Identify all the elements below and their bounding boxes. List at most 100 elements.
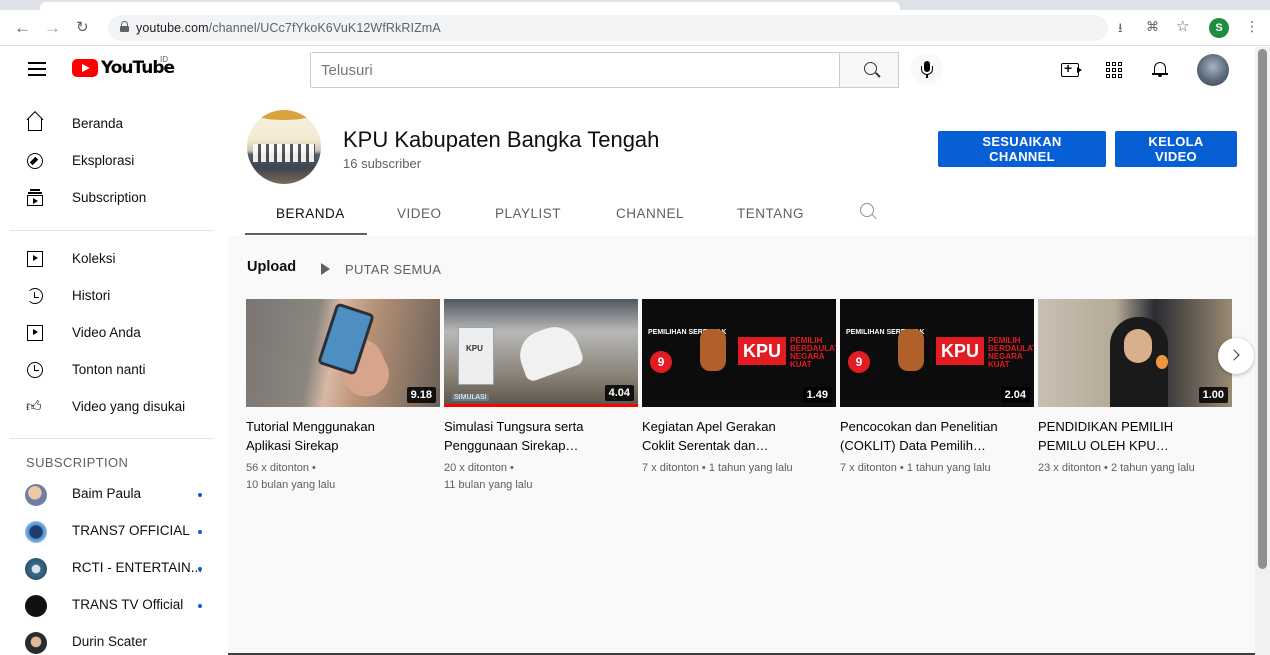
compass-icon (26, 152, 44, 170)
watch-later-icon (26, 361, 44, 379)
video-card[interactable]: KPU SIMULASI 4.04 Simulasi Tungsura sert… (444, 299, 638, 494)
sidebar-item-video-anda[interactable]: Video Anda (0, 315, 228, 352)
video-duration: 1.00 (1198, 387, 1228, 403)
sidebar-item-tonton-nanti[interactable]: Tonton nanti (0, 352, 228, 389)
sidebar-item-label: Eksplorasi (72, 153, 135, 168)
channel-avatar (25, 632, 47, 654)
scrollbar-thumb[interactable] (1258, 49, 1267, 569)
apps-icon[interactable] (1106, 62, 1122, 78)
video-card[interactable]: PEMILIHAN SERENTAK 9 KPU PEMILIH BERDAUL… (642, 299, 836, 477)
sidebar-item-koleksi[interactable]: Koleksi (0, 241, 228, 278)
main-content: KPU Kabupaten Bangka Tengah 16 subscribe… (228, 93, 1255, 655)
menu-icon[interactable] (28, 62, 46, 76)
profile-avatar[interactable]: S (1209, 18, 1229, 38)
browser-menu-icon[interactable]: ⋮ (1245, 18, 1259, 35)
channel-search-icon[interactable] (860, 203, 874, 217)
country-code: ID (160, 55, 168, 64)
notifications-bell-icon[interactable] (1152, 61, 1168, 77)
video-thumbnail[interactable]: 9.18 (246, 299, 440, 407)
bookmark-star-icon[interactable]: ☆ (1176, 17, 1189, 35)
sidebar-item-label: Video yang disukai (72, 399, 186, 414)
sidebar-item-label: Subscription (72, 190, 147, 205)
address-bar[interactable]: youtube.com/channel/UCc7fYkoK6VuK12WfRkR… (108, 15, 1108, 41)
search-button[interactable] (839, 52, 899, 88)
subscriptions-heading: SUBSCRIPTION (26, 455, 129, 470)
subscription-item[interactable]: TRANS TV Official (0, 587, 228, 624)
video-meta: 7 x ditonton • 1 tahun yang lalu (642, 462, 793, 474)
voice-search-button[interactable] (911, 53, 943, 85)
your-videos-icon (26, 324, 44, 342)
youtube-masthead: YouTube ID (0, 47, 1270, 93)
video-duration: 9.18 (406, 387, 436, 403)
video-card[interactable]: 1.00 PENDIDIKAN PEMILIH PEMILU OLEH KPU… … (1038, 299, 1232, 477)
subscription-item[interactable]: RCTI - ENTERTAIN... (0, 550, 228, 587)
video-duration: 2.04 (1000, 387, 1030, 403)
video-thumbnail[interactable]: KPU SIMULASI 4.04 (444, 299, 638, 407)
play-all-label: PUTAR SEMUA (345, 262, 442, 277)
back-icon[interactable]: ← (14, 18, 31, 38)
tab-beranda[interactable]: BERANDA (276, 206, 345, 221)
search-input[interactable] (311, 53, 839, 87)
subscription-label: TRANS TV Official (72, 597, 184, 612)
sidebar-item-beranda[interactable]: Beranda (0, 106, 228, 143)
subscriber-count: 16 subscriber (343, 156, 422, 171)
reload-icon[interactable]: ↻ (76, 18, 89, 38)
tab-channel[interactable]: CHANNEL (616, 206, 684, 221)
new-content-dot (198, 530, 202, 534)
new-content-dot (198, 493, 202, 497)
new-content-dot (198, 604, 202, 608)
search-box (310, 52, 840, 88)
tab-playlist[interactable]: PLAYLIST (495, 206, 561, 221)
sidebar-item-label: Koleksi (72, 251, 116, 266)
subscription-item[interactable]: TRANS7 OFFICIAL (0, 513, 228, 550)
video-title[interactable]: PENDIDIKAN PEMILIH PEMILU OLEH KPU… (1038, 417, 1232, 455)
sidebar-item-video-disukai[interactable]: 👍︎ Video yang disukai (0, 389, 228, 426)
video-title[interactable]: Pencocokan dan Penelitian (COKLIT) Data P… (840, 417, 1034, 455)
channel-header: KPU Kabupaten Bangka Tengah 16 subscribe… (228, 93, 1255, 236)
sidebar-divider (10, 230, 213, 231)
lock-icon[interactable] (120, 21, 129, 32)
video-thumbnail[interactable]: PEMILIHAN SERENTAK 9 KPU PEMILIH BERDAUL… (840, 299, 1034, 407)
subscription-item[interactable]: Durin Scater (0, 624, 228, 655)
channel-avatar[interactable] (247, 110, 321, 184)
create-video-icon[interactable] (1061, 60, 1082, 77)
subscription-item[interactable]: Baim Paula (0, 476, 228, 513)
sidebar-item-label: Beranda (72, 116, 124, 131)
sidebar-item-subscription[interactable]: Subscription (0, 180, 228, 217)
manage-videos-button[interactable]: KELOLA VIDEO (1115, 131, 1237, 167)
watch-progress-bar (444, 404, 638, 407)
sidebar-item-label: Tonton nanti (72, 362, 146, 377)
sidebar-item-label: Video Anda (72, 325, 141, 340)
tab-tentang[interactable]: TENTANG (737, 206, 804, 221)
url-text[interactable]: youtube.com/channel/UCc7fYkoK6VuK12WfRkR… (136, 21, 441, 35)
sidebar-item-histori[interactable]: Histori (0, 278, 228, 315)
translate-icon[interactable]: ⌘ (1146, 19, 1159, 35)
subscription-label: TRANS7 OFFICIAL (72, 523, 190, 538)
forward-icon[interactable]: → (44, 18, 61, 38)
page-scrollbar[interactable] (1255, 47, 1270, 655)
video-title[interactable]: Simulasi Tungsura serta Penggunaan Sireka… (444, 417, 638, 455)
channel-avatar (25, 595, 47, 617)
video-duration: 1.49 (802, 387, 832, 403)
history-icon (26, 287, 44, 305)
tab-video[interactable]: VIDEO (397, 206, 442, 221)
video-card[interactable]: PEMILIHAN SERENTAK 9 KPU PEMILIH BERDAUL… (840, 299, 1034, 477)
sidebar-item-eksplorasi[interactable]: Eksplorasi (0, 143, 228, 180)
account-avatar[interactable] (1197, 54, 1229, 86)
video-card[interactable]: 9.18 Tutorial Menggunakan Aplikasi Sireka… (246, 299, 440, 494)
youtube-play-icon (72, 59, 98, 77)
video-thumbnail[interactable]: 1.00 (1038, 299, 1232, 407)
customize-channel-button[interactable]: SESUAIKAN CHANNEL (938, 131, 1106, 167)
browser-toolbar: ← → ↻ youtube.com/channel/UCc7fYkoK6VuK1… (0, 10, 1270, 46)
install-app-icon[interactable]: ⭳ (1118, 19, 1123, 41)
subscription-label: Durin Scater (72, 634, 148, 649)
channel-avatar (25, 484, 47, 506)
video-meta: 23 x ditonton • 2 tahun yang lalu (1038, 462, 1195, 474)
active-tab-indicator (245, 233, 367, 235)
video-title[interactable]: Tutorial Menggunakan Aplikasi Sirekap (246, 417, 440, 455)
video-thumbnail[interactable]: PEMILIHAN SERENTAK 9 KPU PEMILIH BERDAUL… (642, 299, 836, 407)
thumbs-up-icon: 👍︎ (26, 398, 42, 415)
browser-tab[interactable] (40, 2, 900, 10)
shelf-next-chevron-icon[interactable] (1218, 338, 1254, 374)
video-title[interactable]: Kegiatan Apel Gerakan Coklit Serentak dan… (642, 417, 836, 455)
